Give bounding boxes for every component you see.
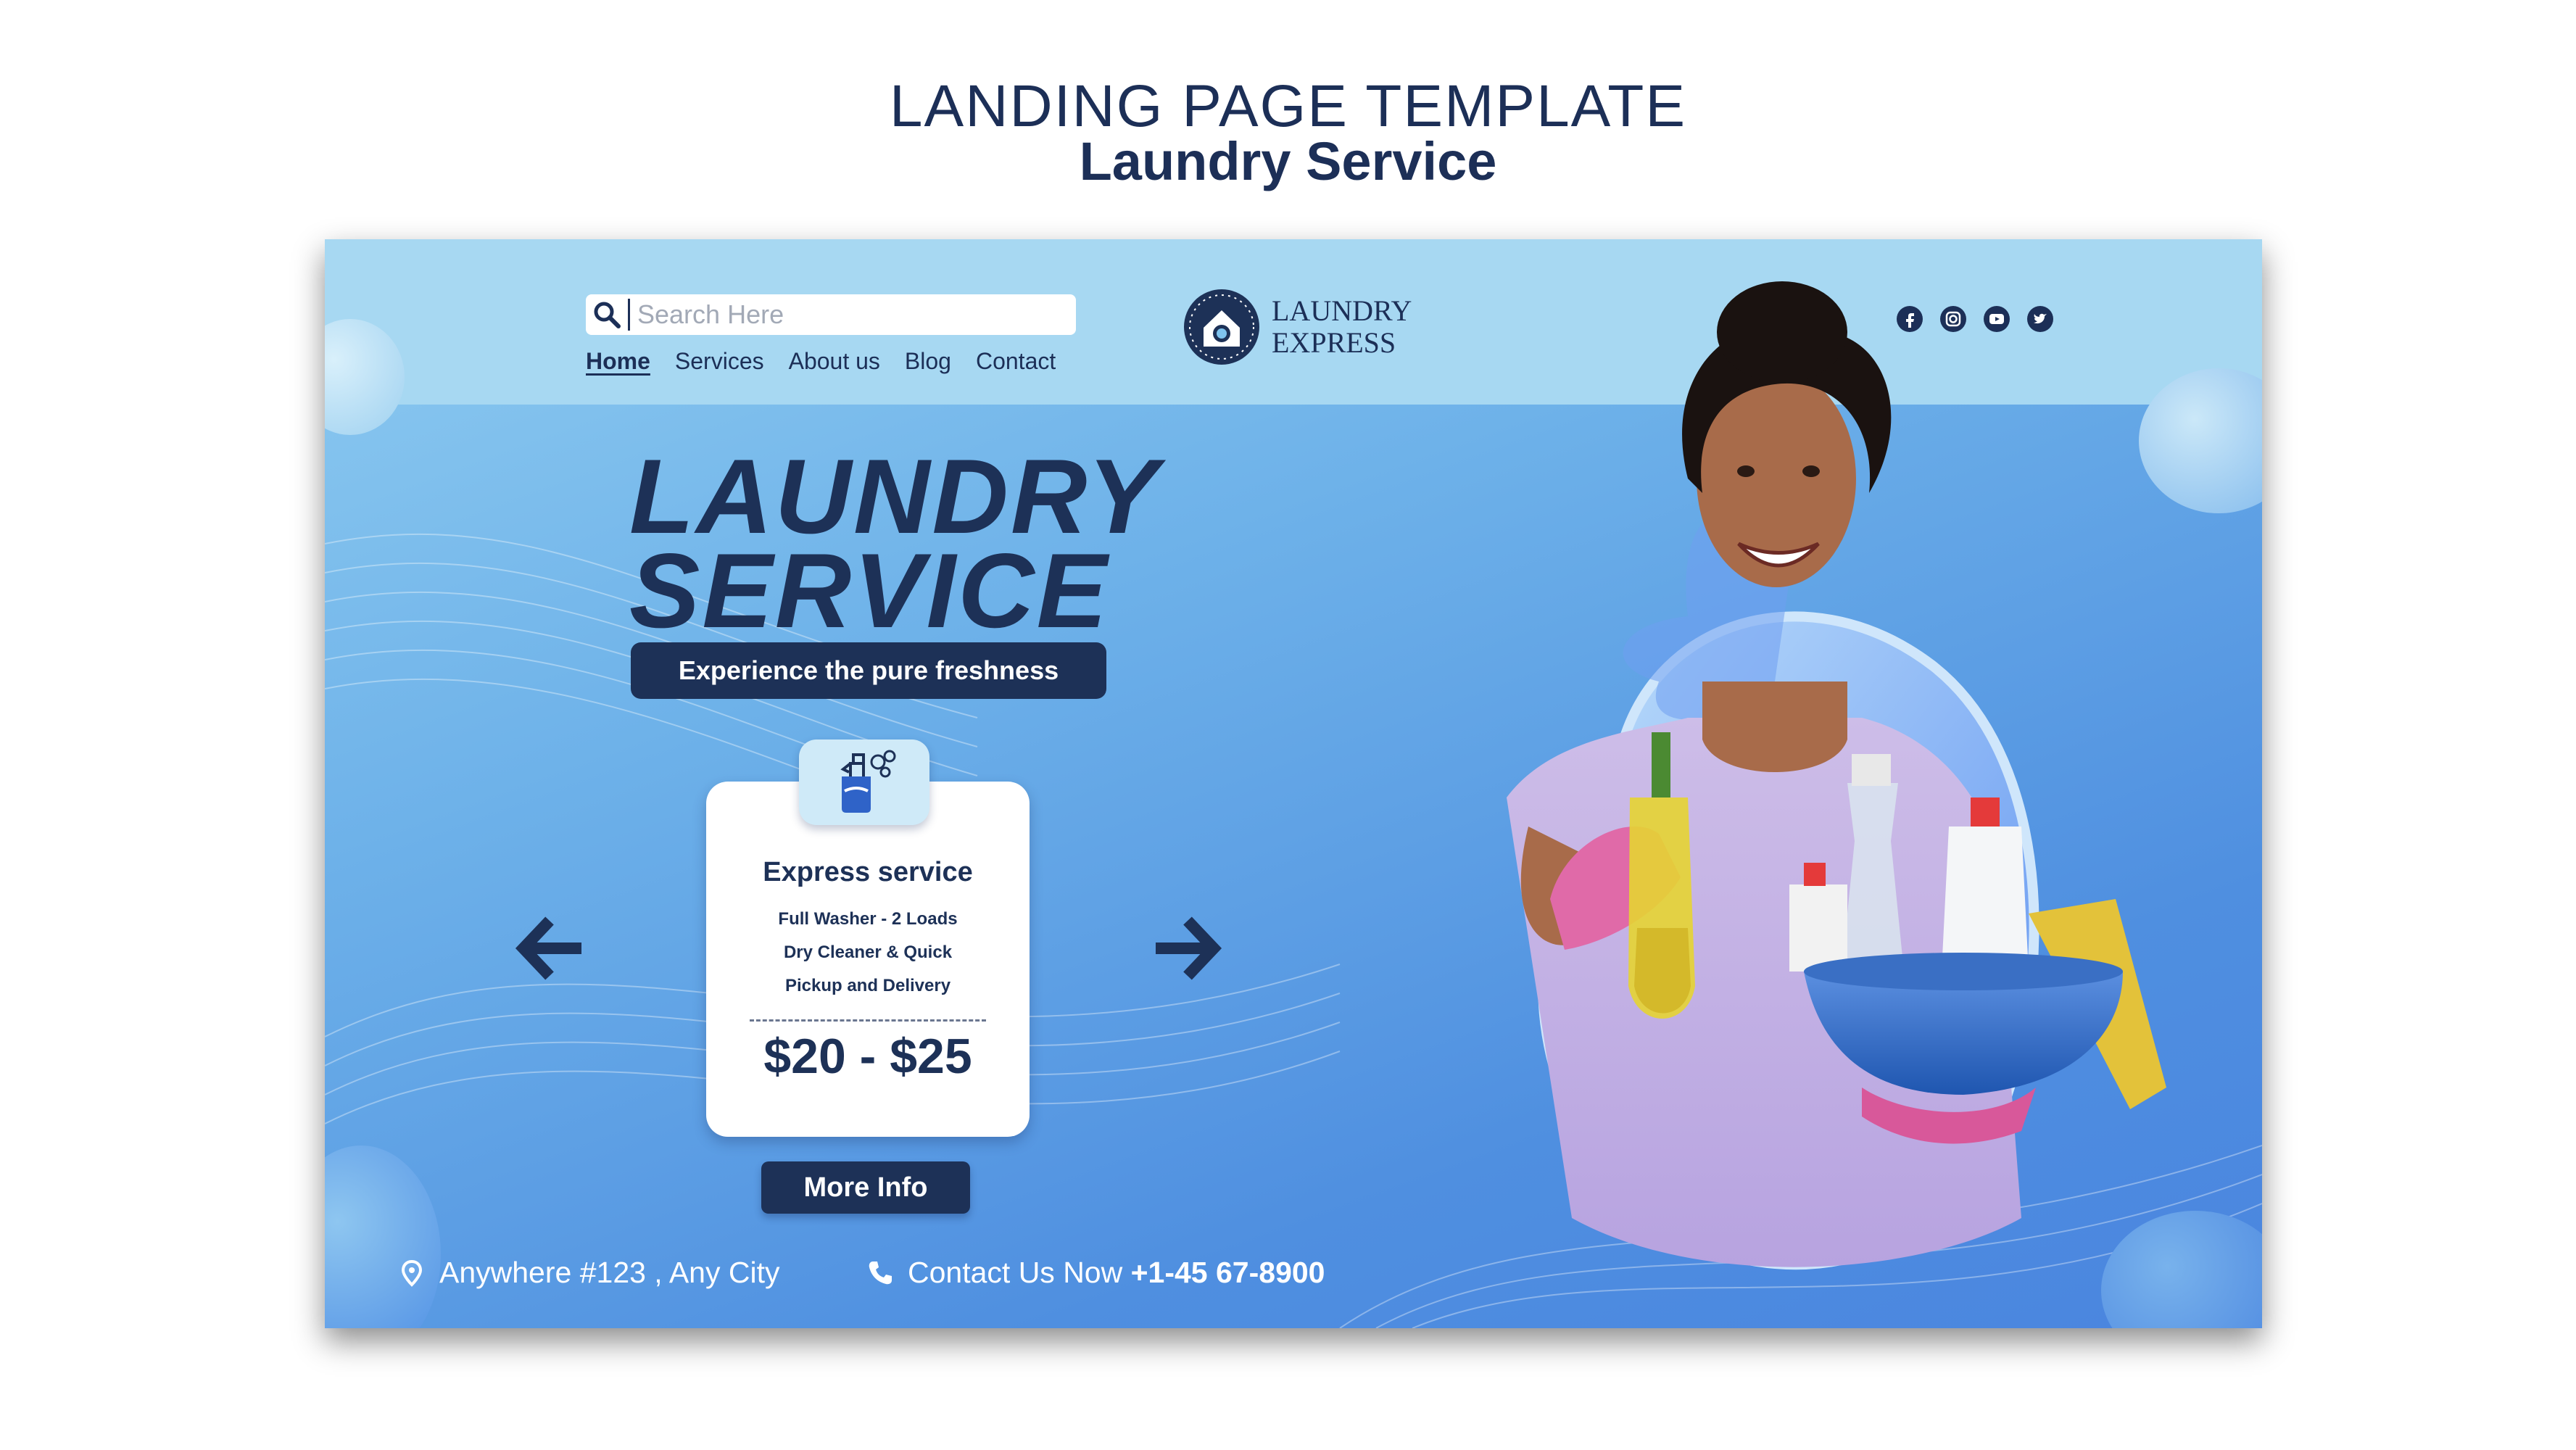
- brand-name-line1: LAUNDRY: [1272, 294, 1412, 327]
- hero-woman-image: [1507, 281, 2166, 1270]
- service-icon-box: [799, 740, 929, 825]
- address-info: Anywhere #123 , Any City: [397, 1256, 779, 1290]
- more-info-button[interactable]: More Info: [761, 1161, 970, 1214]
- phone-number[interactable]: +1-45 67-8900: [1131, 1256, 1325, 1290]
- contact-label: Contact Us Now: [908, 1256, 1131, 1289]
- contact-info: Contact Us Now +1-45 67-8900: [866, 1256, 1325, 1290]
- hero-title: LAUNDRY SERVICE: [629, 437, 1161, 650]
- nav-blog[interactable]: Blog: [905, 348, 951, 375]
- spray-bottle-icon: [840, 750, 896, 813]
- service-card: Express service Full Washer - 2 Loads Dr…: [706, 782, 1030, 1137]
- search-input[interactable]: [630, 296, 1076, 334]
- hero-title-line1: LAUNDRY: [629, 437, 1161, 555]
- arrow-right-icon[interactable]: [1150, 912, 1222, 985]
- service-feature: Dry Cleaner & Quick: [783, 942, 953, 962]
- brand-logo[interactable]: LAUNDRY EXPRESS: [1182, 287, 1412, 367]
- location-pin-icon: [401, 1259, 423, 1287]
- main-nav: Home Services About us Blog Contact: [586, 348, 1080, 375]
- search-icon[interactable]: [586, 294, 628, 335]
- arrow-left-icon[interactable]: [515, 912, 587, 985]
- template-subheading: Laundry Service: [1079, 131, 1497, 191]
- service-feature: Pickup and Delivery: [784, 976, 951, 995]
- phone-icon: [869, 1261, 892, 1284]
- search-bar[interactable]: [586, 294, 1076, 335]
- brand-name-line2: EXPRESS: [1272, 326, 1396, 359]
- nav-services[interactable]: Services: [675, 348, 764, 375]
- brand-name: LAUNDRY EXPRESS: [1272, 295, 1412, 359]
- nav-about-us[interactable]: About us: [789, 348, 880, 375]
- laundry-house-icon: [1184, 289, 1259, 365]
- service-title: Express service: [763, 857, 973, 887]
- landing-page-frame: Home Services About us Blog Contact LAUN…: [325, 239, 2262, 1328]
- card-divider: [750, 1019, 986, 1022]
- nav-contact[interactable]: Contact: [976, 348, 1056, 375]
- nav-home[interactable]: Home: [586, 348, 650, 375]
- service-price: $20 - $25: [763, 1029, 972, 1084]
- hero-tagline: Experience the pure freshness: [631, 642, 1106, 699]
- service-feature: Full Washer - 2 Loads: [778, 909, 958, 929]
- address-text: Anywhere #123 , Any City: [439, 1256, 780, 1289]
- hero-title-line2: SERVICE: [629, 531, 1109, 650]
